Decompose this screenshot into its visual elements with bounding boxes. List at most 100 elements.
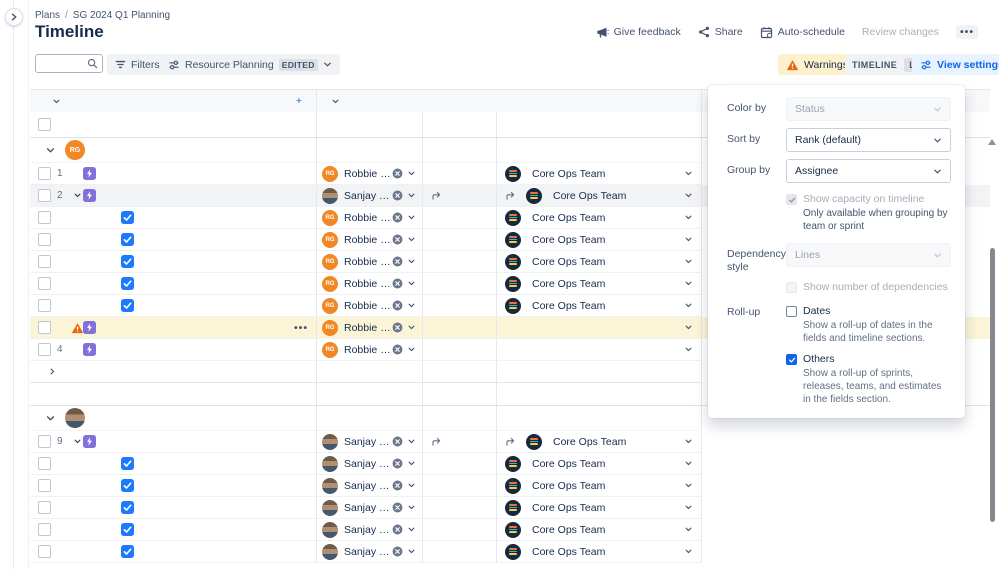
assignee-cell[interactable]: Sanjay Samani (317, 185, 423, 207)
chevron-down-icon[interactable] (407, 525, 416, 534)
team-cell[interactable]: Core Ops Team (497, 273, 702, 295)
team-cell[interactable] (497, 317, 702, 339)
team-cell[interactable]: Core Ops Team (497, 185, 702, 207)
collapse-issue-button[interactable] (73, 191, 82, 200)
tab-timeline[interactable]: TIMELINE (847, 58, 902, 72)
chevron-down-icon[interactable] (684, 235, 693, 244)
row-checkbox[interactable] (38, 211, 51, 224)
collapse-issue-button[interactable] (73, 437, 82, 446)
issues-without-parent-cell[interactable] (30, 361, 317, 383)
chevron-down-icon[interactable] (407, 169, 416, 178)
chevron-down-icon[interactable] (407, 345, 416, 354)
team-cell[interactable]: Core Ops Team (497, 497, 702, 519)
estimate-cell[interactable] (423, 541, 497, 563)
collapse-group-button[interactable] (45, 145, 56, 156)
sort-by-select[interactable]: Rank (default) (786, 128, 951, 152)
chevron-down-icon[interactable] (407, 257, 416, 266)
clear-value-icon[interactable] (392, 458, 403, 469)
assignee-cell[interactable]: Sanjay Samani (317, 431, 423, 453)
review-changes-button[interactable]: Review changes (862, 26, 939, 38)
give-feedback-button[interactable]: Give feedback (596, 26, 681, 39)
clear-value-icon[interactable] (392, 212, 403, 223)
assignee-cell[interactable]: RGRobbie Gittins (317, 229, 423, 251)
row-checkbox[interactable] (38, 255, 51, 268)
row-checkbox[interactable] (38, 435, 51, 448)
chevron-down-icon[interactable] (407, 503, 416, 512)
view-settings-button[interactable]: View settings (912, 54, 999, 75)
clear-value-icon[interactable] (392, 300, 403, 311)
chevron-down-icon[interactable] (684, 547, 693, 556)
assignee-cell[interactable]: Sanjay Samani (317, 541, 423, 563)
team-cell[interactable]: Core Ops Team (497, 229, 702, 251)
estimate-cell[interactable] (423, 207, 497, 229)
chevron-down-icon[interactable] (407, 235, 416, 244)
clear-value-icon[interactable] (392, 502, 403, 513)
team-cell[interactable]: Core Ops Team (497, 475, 702, 497)
row-checkbox[interactable] (38, 299, 51, 312)
assignee-cell[interactable]: RGRobbie Gittins (317, 207, 423, 229)
clear-value-icon[interactable] (392, 480, 403, 491)
row-more-button[interactable]: ••• (294, 322, 308, 334)
row-checkbox[interactable] (38, 233, 51, 246)
team-cell[interactable]: Core Ops Team (497, 251, 702, 273)
team-cell[interactable]: Core Ops Team (497, 541, 702, 563)
estimate-cell[interactable] (423, 453, 497, 475)
team-cell[interactable]: Core Ops Team (497, 453, 702, 475)
assignee-cell[interactable]: Sanjay Samani (317, 475, 423, 497)
chevron-down-icon[interactable] (684, 279, 693, 288)
estimate-cell[interactable] (423, 185, 497, 207)
select-all-checkbox[interactable] (38, 118, 51, 131)
assignee-cell[interactable]: RGRobbie Gittins (317, 163, 423, 185)
assignee-cell[interactable]: RGRobbie Gittins (317, 295, 423, 317)
create-issue-button[interactable]: + (296, 95, 306, 107)
assignee-cell[interactable]: RGRobbie Gittins (317, 251, 423, 273)
auto-schedule-button[interactable]: Auto-schedule (760, 26, 845, 39)
assignee-cell[interactable]: RGRobbie Gittins (317, 339, 423, 361)
chevron-down-icon[interactable] (684, 169, 693, 178)
show-capacity-checkbox[interactable] (786, 194, 797, 205)
vertical-scrollbar[interactable] (990, 248, 995, 522)
estimate-cell[interactable] (423, 229, 497, 251)
show-dependencies-checkbox[interactable] (786, 282, 797, 293)
chevron-down-icon[interactable] (684, 503, 693, 512)
chevron-down-icon[interactable] (407, 213, 416, 222)
assignee-cell[interactable]: Sanjay Samani (317, 453, 423, 475)
chevron-down-icon[interactable] (407, 481, 416, 490)
estimate-cell[interactable] (423, 295, 497, 317)
row-checkbox[interactable] (38, 457, 51, 470)
saved-view-button[interactable]: Resource Planning EDITED (160, 54, 340, 75)
estimate-cell[interactable] (423, 273, 497, 295)
chevron-down-icon[interactable] (684, 213, 693, 222)
assignee-cell[interactable]: RGRobbie Gittins (317, 273, 423, 295)
chevron-down-icon[interactable] (684, 481, 693, 490)
dependency-style-select[interactable]: Lines (786, 243, 951, 267)
color-by-select[interactable]: Status (786, 97, 951, 121)
clear-value-icon[interactable] (392, 344, 403, 355)
clear-value-icon[interactable] (392, 234, 403, 245)
chevron-down-icon[interactable] (684, 459, 693, 468)
clear-value-icon[interactable] (392, 322, 403, 333)
issue-column-header[interactable] (48, 97, 61, 106)
rollup-others-checkbox[interactable] (786, 354, 797, 365)
assignee-cell[interactable]: Sanjay Samani (317, 519, 423, 541)
clear-value-icon[interactable] (392, 546, 403, 557)
row-checkbox[interactable] (38, 523, 51, 536)
row-checkbox[interactable] (38, 167, 51, 180)
chevron-down-icon[interactable] (407, 191, 416, 200)
clear-value-icon[interactable] (392, 524, 403, 535)
clear-value-icon[interactable] (392, 256, 403, 267)
chevron-down-icon[interactable] (407, 459, 416, 468)
estimate-cell[interactable] (423, 317, 497, 339)
chevron-down-icon[interactable] (684, 323, 693, 332)
row-checkbox[interactable] (38, 277, 51, 290)
clear-value-icon[interactable] (392, 436, 403, 447)
team-cell[interactable]: Core Ops Team (497, 295, 702, 317)
assignee-cell[interactable]: Sanjay Samani (317, 497, 423, 519)
row-checkbox[interactable] (38, 479, 51, 492)
estimate-cell[interactable] (423, 163, 497, 185)
chevron-down-icon[interactable] (407, 437, 416, 446)
chevron-down-icon[interactable] (684, 257, 693, 266)
estimate-cell[interactable] (423, 519, 497, 541)
estimate-cell[interactable] (423, 251, 497, 273)
clear-value-icon[interactable] (392, 278, 403, 289)
